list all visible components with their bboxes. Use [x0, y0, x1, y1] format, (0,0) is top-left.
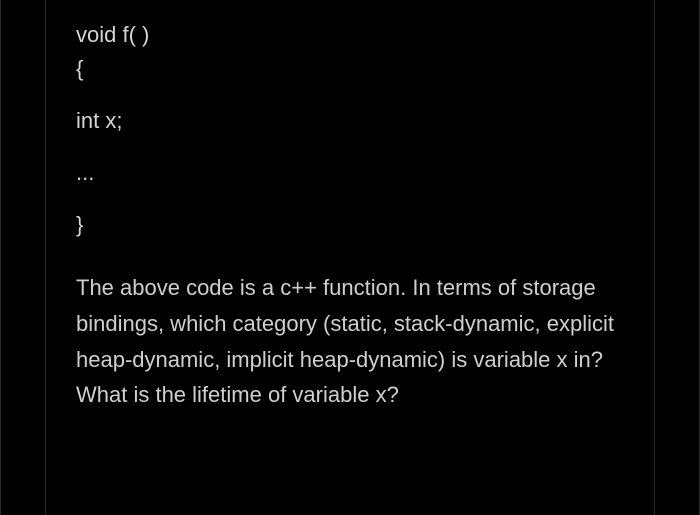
code-line-2: {: [76, 52, 624, 86]
code-spacer: [76, 138, 624, 156]
code-spacer: [76, 190, 624, 208]
code-line-3: int x;: [76, 104, 624, 138]
outer-frame: void f( ) { int x; ... } The above code …: [0, 0, 700, 515]
code-line-5: }: [76, 208, 624, 242]
question-panel: void f( ) { int x; ... } The above code …: [45, 0, 655, 515]
code-block: void f( ) { int x; ... }: [76, 18, 624, 242]
question-text: The above code is a c++ function. In ter…: [76, 270, 624, 413]
code-line-1: void f( ): [76, 18, 624, 52]
code-line-4: ...: [76, 156, 624, 190]
code-spacer: [76, 86, 624, 104]
